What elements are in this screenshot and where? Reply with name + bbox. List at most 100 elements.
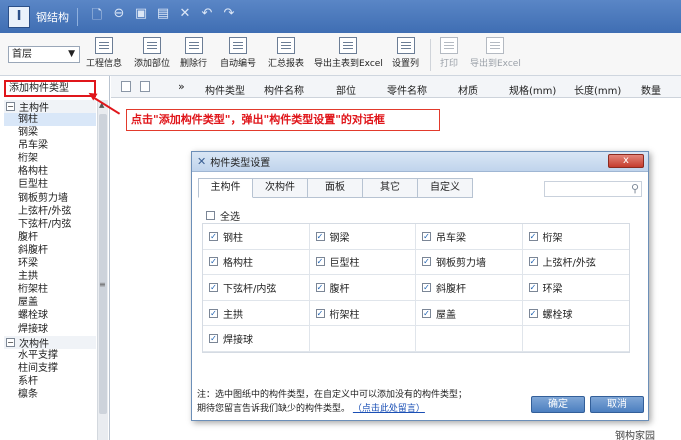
tab-1[interactable]: 次构件 <box>253 178 308 198</box>
select-all-checkbox[interactable]: 全选 <box>206 208 240 223</box>
tree-item[interactable]: 螺栓球 <box>4 309 96 322</box>
tree-item[interactable]: 主拱 <box>4 270 96 283</box>
tool-button-0[interactable]: 工程信息 <box>86 37 122 69</box>
tree-item[interactable]: 腹杆 <box>4 231 96 244</box>
type-checkbox[interactable]: ✓ 斜腹杆 <box>416 275 523 301</box>
tool-button-1[interactable]: 添加部位 <box>134 37 170 69</box>
column-header[interactable]: 部位 <box>336 82 356 97</box>
new-file-icon[interactable]: 🗋 <box>90 6 104 28</box>
type-checkbox[interactable]: ✓ 焊接球 <box>203 326 310 352</box>
type-checkbox[interactable]: ✓ 屋盖 <box>416 300 523 327</box>
tree-item[interactable]: 桁架 <box>4 152 96 165</box>
tab-0[interactable]: 主构件 <box>198 178 253 198</box>
dialog-close-button[interactable]: x <box>608 154 644 168</box>
checkbox-icon[interactable]: ✓ <box>422 257 431 267</box>
tree-item[interactable]: 桁架柱 <box>4 283 96 296</box>
type-checkbox[interactable]: ✓ 腹杆 <box>309 275 416 301</box>
ok-button[interactable]: 确定 <box>531 396 585 413</box>
checkbox-icon[interactable]: ✓ <box>209 282 218 292</box>
tree-group[interactable]: − 次构件 <box>4 335 96 350</box>
checkbox-icon[interactable]: ✓ <box>209 231 218 241</box>
tree-item[interactable]: 格构柱 <box>4 165 96 178</box>
floor-select[interactable]: 首层 ▼ <box>8 46 80 63</box>
collapse-toggle-icon[interactable]: − <box>6 337 15 347</box>
checkbox-icon[interactable]: ✓ <box>422 231 431 241</box>
type-checkbox[interactable]: ✓ 下弦杆/内弦 <box>203 275 310 301</box>
tool-button-6[interactable]: 设置列 <box>392 37 419 69</box>
type-checkbox[interactable]: ✓ 吊车梁 <box>416 224 523 250</box>
type-checkbox[interactable]: ✓ 巨型柱 <box>309 249 416 276</box>
checkbox-icon[interactable]: ✓ <box>528 308 538 318</box>
tool-button-4[interactable]: 汇总报表 <box>268 37 304 69</box>
tree-item[interactable]: 斜腹杆 <box>4 244 96 257</box>
tree-item[interactable]: 水平支撑 <box>4 349 96 362</box>
tree-item[interactable]: 巨型柱 <box>4 178 96 191</box>
tool-button-8[interactable]: 导出到Excel <box>470 37 521 69</box>
type-checkbox[interactable]: ✓ 钢柱 <box>203 224 310 250</box>
tree-item[interactable]: 钢柱 <box>4 113 96 127</box>
column-header[interactable]: 材质 <box>458 82 478 97</box>
checkbox-icon[interactable]: ✓ <box>315 282 325 292</box>
column-header[interactable]: 长度(mm) <box>574 82 621 97</box>
copy-row-icon[interactable] <box>121 81 131 92</box>
undo-icon[interactable]: ↶ <box>200 6 214 28</box>
tree-item[interactable]: 钢梁 <box>4 126 96 139</box>
column-header[interactable]: 数量 <box>641 82 661 97</box>
type-checkbox[interactable]: ✓ 上弦杆/外弦 <box>522 250 629 276</box>
type-checkbox[interactable]: ✓ 桁架柱 <box>309 300 416 327</box>
select-all-box[interactable] <box>206 211 215 220</box>
checkbox-icon[interactable]: ✓ <box>422 308 431 318</box>
redo-icon[interactable]: ↷ <box>222 6 236 28</box>
tab-2[interactable]: 面板 <box>308 178 363 198</box>
type-checkbox[interactable]: ✓ 格构柱 <box>203 249 310 276</box>
tree-item[interactable]: 屋盖 <box>4 296 96 309</box>
column-header[interactable]: 构件类型 <box>205 82 245 97</box>
checkbox-icon[interactable]: ✓ <box>315 308 325 318</box>
cancel-button[interactable]: 取消 <box>590 396 644 413</box>
tool-button-3[interactable]: 自动编号 <box>220 37 256 69</box>
checkbox-icon[interactable]: ✓ <box>528 231 538 241</box>
checkbox-icon[interactable]: ✓ <box>528 282 538 292</box>
tree-item[interactable]: 钢板剪力墙 <box>4 192 96 205</box>
open-file-icon[interactable]: ⊖ <box>112 6 126 28</box>
tree-item[interactable]: 焊接球 <box>4 323 96 336</box>
checkbox-icon[interactable]: ✓ <box>528 257 538 267</box>
type-checkbox[interactable]: ✓ 主拱 <box>203 300 310 327</box>
tree-item[interactable]: 吊车梁 <box>4 139 96 152</box>
tree-item[interactable]: 柱间支撑 <box>4 362 96 375</box>
checkbox-icon[interactable]: ✓ <box>315 231 325 241</box>
column-header[interactable]: 构件名称 <box>264 82 304 97</box>
checkbox-icon[interactable]: ✓ <box>209 257 218 267</box>
type-checkbox[interactable]: ✓ 钢梁 <box>309 224 416 250</box>
tab-3[interactable]: 其它 <box>363 178 418 198</box>
feedback-link[interactable]: （点击此处留言） <box>353 404 425 414</box>
save-icon[interactable]: ▣ <box>134 6 148 28</box>
search-icon[interactable]: ⚲ <box>631 182 639 195</box>
tool-button-2[interactable]: 删除行 <box>180 37 207 69</box>
type-search-input[interactable]: ⚲ <box>544 181 642 197</box>
paste-row-icon[interactable] <box>140 81 150 92</box>
tree-scrollbar[interactable]: ▲ ≡ <box>97 100 108 440</box>
save-as-icon[interactable]: ▤ <box>156 6 170 28</box>
checkbox-icon[interactable]: ✓ <box>315 257 325 267</box>
tree-item[interactable]: 环梁 <box>4 257 96 270</box>
more-columns-icon[interactable]: » <box>178 80 185 93</box>
checkbox-icon[interactable]: ✓ <box>209 308 218 318</box>
scroll-thumb[interactable] <box>99 114 107 414</box>
column-header[interactable]: 零件名称 <box>387 82 427 97</box>
tree-item[interactable]: 檩条 <box>4 388 96 401</box>
type-checkbox[interactable]: ✓ 螺栓球 <box>522 301 629 327</box>
tree-group[interactable]: − 主构件 <box>4 100 96 114</box>
tree-item[interactable]: 下弦杆/内弦 <box>4 218 96 231</box>
tab-4[interactable]: 自定义 <box>418 178 473 198</box>
type-checkbox[interactable]: ✓ 桁架 <box>522 224 629 250</box>
add-component-type-button[interactable]: 添加构件类型 <box>4 80 96 97</box>
tree-item[interactable]: 上弦杆/外弦 <box>4 205 96 218</box>
type-checkbox[interactable]: ✓ 环梁 <box>522 275 629 301</box>
collapse-toggle-icon[interactable]: − <box>6 102 15 111</box>
column-header[interactable]: 规格(mm) <box>509 82 556 97</box>
tool-button-7[interactable]: 打印 <box>440 37 458 69</box>
tool-button-5[interactable]: 导出主表到Excel <box>314 37 383 69</box>
type-checkbox[interactable]: ✓ 钢板剪力墙 <box>416 249 523 276</box>
checkbox-icon[interactable]: ✓ <box>209 334 218 344</box>
